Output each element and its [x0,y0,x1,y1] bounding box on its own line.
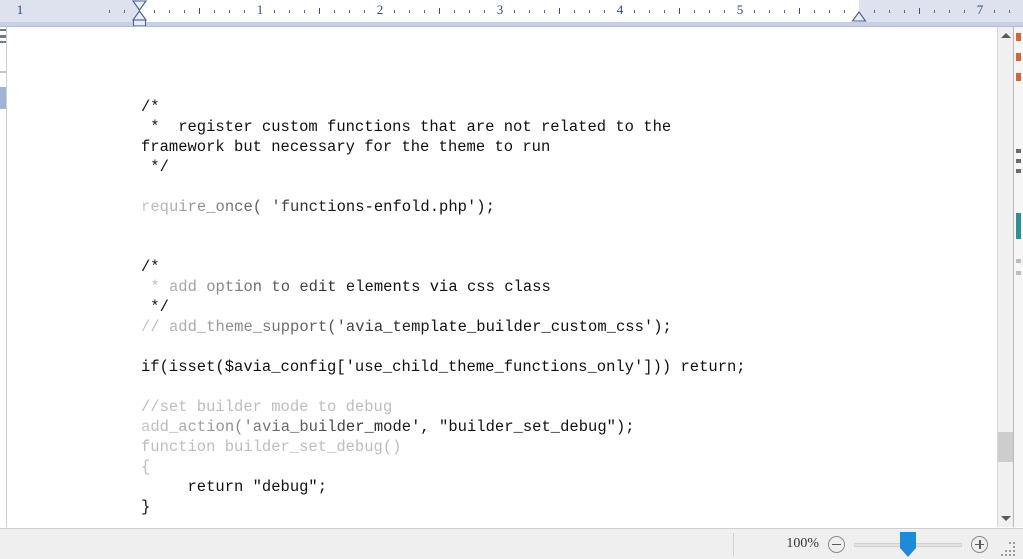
grip-dot [1001,554,1003,556]
zoom-in-button[interactable] [971,535,988,553]
vertical-scrollbar[interactable] [997,27,1014,527]
status-bar: 100% [0,528,1023,559]
chevron-down-icon [1001,516,1011,521]
grip-dot [1013,550,1015,552]
ruler-number: 5 [736,2,744,17]
grip-dot [1009,554,1011,556]
grip-dot [1009,550,1011,552]
right-indent-marker[interactable] [851,11,867,23]
code-line[interactable]: * register custom functions that are not… [141,117,746,137]
document-scroll-area[interactable]: /* * register custom functions that are … [0,27,1005,527]
ruler-number: 1 [256,2,264,17]
code-line[interactable]: //set builder mode to debug [141,397,746,417]
minus-icon [832,543,841,545]
background-window-strip [1013,27,1023,527]
code-line[interactable] [141,377,746,397]
code-line[interactable]: * add option to edit elements via css cl… [141,277,746,297]
plus-icon-v [979,539,981,549]
code-line[interactable]: } [141,497,746,517]
code-line[interactable]: add_action('avia_builder_mode', "builder… [141,417,746,437]
scroll-up-button[interactable] [998,27,1014,44]
ruler-number: 4 [616,2,624,17]
chevron-up-icon [1001,33,1011,38]
ruler-number: 3 [496,2,504,17]
left-edge-strip [0,27,7,527]
left-indent-marker[interactable] [131,0,148,26]
code-line[interactable]: return "debug"; [141,477,746,497]
code-line[interactable]: // add_theme_support('avia_template_buil… [141,317,746,337]
code-line[interactable]: if(isset($avia_config['use_child_theme_f… [141,357,746,377]
scrollbar-thumb[interactable] [998,432,1014,462]
zoom-out-button[interactable] [828,535,845,553]
code-line[interactable]: function builder_set_debug() [141,437,746,457]
grip-dot [1013,554,1015,556]
ruler-number: 1 [16,2,24,17]
resize-grip[interactable] [999,540,1015,556]
zoom-slider-handle[interactable] [900,531,916,557]
code-line[interactable]: /* [141,257,746,277]
grip-dot [1013,542,1015,544]
zoom-slider[interactable] [854,531,962,557]
code-line[interactable]: /* [141,97,746,117]
code-line[interactable] [141,217,746,237]
code-line[interactable]: */ [141,297,746,317]
document-window: 1123457 /* * register custom functions t… [0,0,1023,559]
code-line[interactable] [141,177,746,197]
grip-dot [1005,550,1007,552]
code-line[interactable] [141,337,746,357]
code-line[interactable]: */ [141,157,746,177]
zoom-percent-label[interactable]: 100% [781,536,819,552]
code-line[interactable]: { [141,457,746,477]
code-line[interactable]: require_once( 'functions-enfold.php'); [141,197,746,217]
code-line[interactable]: framework but necessary for the theme to… [141,137,746,157]
zoom-controls: 100% [781,529,1023,559]
ruler-number: 7 [976,2,984,17]
grip-dot [1013,546,1015,548]
code-line[interactable] [141,237,746,257]
code-text[interactable]: /* * register custom functions that are … [141,97,746,517]
ruler-number: 2 [376,2,384,17]
grip-dot [1005,554,1007,556]
scroll-down-button[interactable] [998,510,1014,527]
grip-dot [1009,542,1011,544]
status-bar-left [0,529,781,559]
horizontal-ruler[interactable]: 1 1 2 3 4 5 7 [0,0,1023,27]
document-page[interactable]: /* * register custom functions that are … [8,27,1005,527]
